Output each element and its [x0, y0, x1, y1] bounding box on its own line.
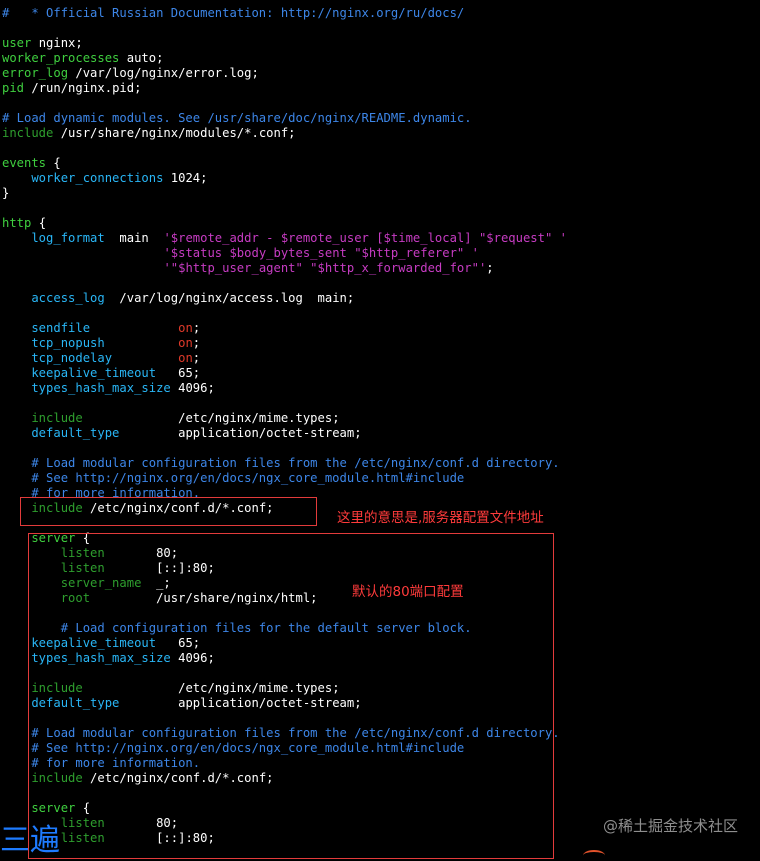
code-token: # Load modular configuration files from …	[2, 456, 560, 470]
code-token: types_hash_max_size	[2, 381, 171, 395]
code-token: worker_processes	[2, 51, 120, 65]
code-token: /var/log/nginx/error.log;	[68, 66, 259, 80]
code-token: sendfile	[2, 321, 91, 335]
code-token: ;	[192, 336, 201, 350]
code-token: # Load dynamic modules. See /usr/share/d…	[2, 111, 472, 125]
code-line: tcp_nopush on;	[2, 336, 200, 351]
cropped-heading-glyph: 三遍	[0, 823, 60, 858]
code-token: on	[178, 336, 193, 350]
watermark: @稀土掘金技术社区	[602, 817, 738, 835]
code-token: nginx;	[31, 36, 83, 50]
code-line: # Load modular configuration files from …	[2, 456, 560, 471]
code-line: # See http://nginx.org/en/docs/ngx_core_…	[2, 471, 464, 486]
code-line: log_format main '$remote_addr - $remote_…	[2, 231, 567, 246]
red-scribble-mark	[583, 850, 605, 861]
code-line: error_log /var/log/nginx/error.log;	[2, 66, 259, 81]
code-line: '$status $body_bytes_sent "$http_referer…	[2, 246, 479, 261]
code-token: events	[2, 156, 47, 170]
code-token: 4096;	[170, 381, 215, 395]
code-line: keepalive_timeout 65;	[2, 366, 200, 381]
code-line: pid /run/nginx.pid;	[2, 81, 141, 96]
code-token: main	[104, 231, 164, 245]
code-line: types_hash_max_size 4096;	[2, 381, 215, 396]
code-token: {	[46, 156, 61, 170]
code-line: http {	[2, 216, 46, 231]
code-token: ;	[486, 261, 494, 275]
code-token: on	[178, 351, 193, 365]
code-line: worker_processes auto;	[2, 51, 163, 66]
code-token: pid	[2, 81, 25, 95]
include-highlight-box	[20, 497, 317, 526]
code-token: tcp_nodelay	[2, 351, 113, 365]
code-token: ;	[192, 351, 201, 365]
code-line: }	[2, 186, 9, 201]
code-line: # Load dynamic modules. See /usr/share/d…	[2, 111, 472, 126]
code-token: include	[2, 411, 83, 425]
code-token: access_log	[2, 291, 105, 305]
code-line: tcp_nodelay on;	[2, 351, 200, 366]
code-token: /usr/share/nginx/modules/*.conf;	[53, 126, 296, 140]
code-token: /var/log/nginx/access.log main;	[104, 291, 355, 305]
code-token: }	[2, 186, 10, 200]
code-token: 1024;	[163, 171, 208, 185]
server-highlight-box	[28, 533, 554, 859]
code-line: sendfile on;	[2, 321, 200, 336]
include-annotation: 这里的意思是,服务器配置文件地址	[337, 510, 544, 526]
code-token: '$status $body_bytes_sent "$http_referer…	[163, 246, 479, 260]
code-token: keepalive_timeout	[2, 366, 157, 380]
code-token: ;	[192, 321, 201, 335]
code-line: worker_connections 1024;	[2, 171, 207, 186]
code-line: include /usr/share/nginx/modules/*.conf;	[2, 126, 296, 141]
code-token: default_type	[2, 426, 120, 440]
code-token: '$remote_addr - $remote_user [$time_loca…	[163, 231, 567, 245]
code-token: /etc/nginx/mime.types;	[82, 411, 340, 425]
code-line: include /etc/nginx/mime.types;	[2, 411, 340, 426]
code-token: include	[2, 126, 54, 140]
code-token: /run/nginx.pid;	[24, 81, 142, 95]
code-token: error_log	[2, 66, 69, 80]
server-annotation: 默认的80端口配置	[352, 584, 464, 600]
code-token: '"$http_user_agent" "$http_x_forwarded_f…	[163, 261, 487, 275]
code-token: application/octet-stream;	[119, 426, 362, 440]
code-line: '"$http_user_agent" "$http_x_forwarded_f…	[2, 261, 494, 276]
code-line: user nginx;	[2, 36, 83, 51]
code-token: tcp_nopush	[2, 336, 105, 350]
code-token: 65;	[156, 366, 201, 380]
code-line: access_log /var/log/nginx/access.log mai…	[2, 291, 354, 306]
code-line: events {	[2, 156, 61, 171]
code-line: # * Official Russian Documentation: http…	[2, 6, 464, 21]
code-token: # See http://nginx.org/en/docs/ngx_core_…	[2, 471, 465, 485]
code-token: worker_connections	[2, 171, 164, 185]
code-line: default_type application/octet-stream;	[2, 426, 362, 441]
code-token: auto;	[119, 51, 164, 65]
code-token: # * Official Russian Documentation: http…	[2, 6, 465, 20]
code-token: user	[2, 36, 32, 50]
code-token: {	[31, 216, 47, 230]
code-token: on	[178, 321, 193, 335]
code-token: log_format	[2, 231, 105, 245]
code-token: http	[2, 216, 32, 230]
